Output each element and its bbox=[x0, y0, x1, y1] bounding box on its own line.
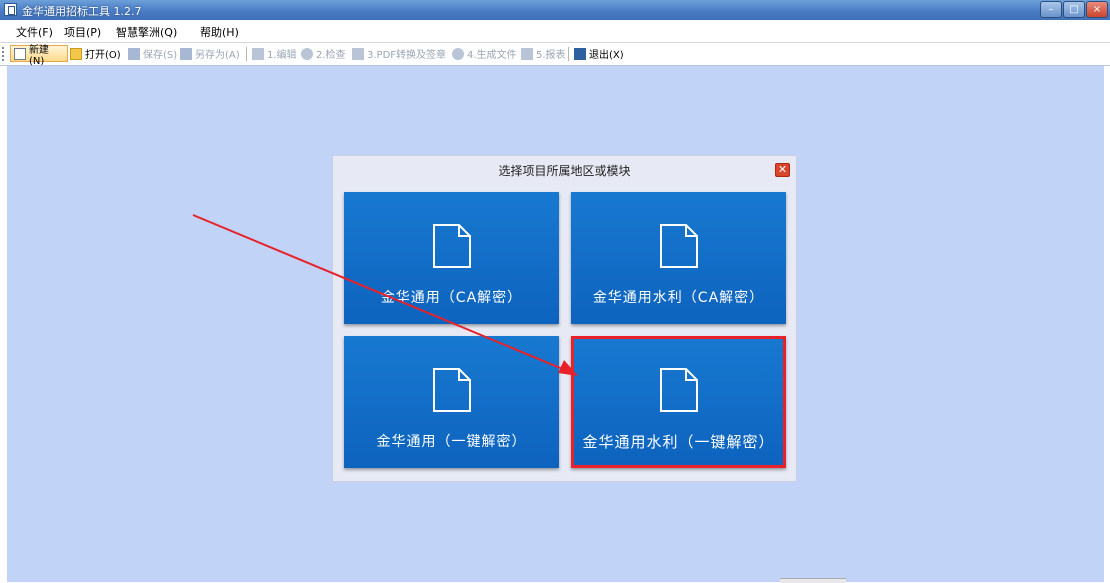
tile-jinhua-ca[interactable]: 金华通用（CA解密） bbox=[344, 192, 559, 324]
new-label: 新建(N) bbox=[28, 44, 49, 67]
pdf-label: 3.PDF转换及签章 bbox=[367, 50, 447, 61]
tile-label: 金华通用水利（CA解密） bbox=[592, 290, 765, 306]
menu-help[interactable]: 帮助(H) bbox=[200, 24, 239, 40]
open-button[interactable]: 打开(O) bbox=[70, 45, 121, 62]
menu-smart[interactable]: 智慧擎洲(Q) bbox=[116, 24, 177, 40]
report-icon bbox=[521, 47, 533, 60]
generate-button[interactable]: 4.生成文件 bbox=[452, 45, 517, 62]
module-select-dialog: 选择项目所属地区或模块 ✕ 金华通用（CA解密） 金华通用水利（CA解密） 金华… bbox=[332, 155, 797, 482]
minimize-button[interactable]: – bbox=[1040, 1, 1062, 18]
tile-jinhua-water-onekey[interactable]: 金华通用水利（一键解密） bbox=[571, 336, 786, 468]
new-file-icon bbox=[14, 47, 26, 60]
app-window: 金华通用招标工具 1.2.7 – □ × 文件(F) 项目(P) 智慧擎洲(Q)… bbox=[0, 0, 1110, 583]
exit-icon bbox=[574, 47, 586, 60]
pdf-icon bbox=[352, 47, 364, 60]
tile-jinhua-onekey[interactable]: 金华通用（一键解密） bbox=[344, 336, 559, 468]
new-button[interactable]: 新建(N) bbox=[10, 45, 68, 67]
toolbar-grip[interactable] bbox=[2, 47, 7, 61]
menu-project[interactable]: 项目(P) bbox=[64, 24, 101, 40]
menu-file[interactable]: 文件(F) bbox=[16, 24, 53, 40]
open-label: 打开(O) bbox=[85, 50, 121, 61]
toolbar-separator bbox=[568, 47, 569, 61]
toolbar: 新建(N) 打开(O) 保存(S) 另存为(A) 1.编辑 2.检查 3.PDF… bbox=[0, 43, 1110, 67]
status-element bbox=[780, 578, 846, 583]
check-button[interactable]: 2.检查 bbox=[301, 45, 346, 62]
app-icon bbox=[4, 3, 17, 16]
file-icon bbox=[659, 224, 698, 268]
check-label: 2.检查 bbox=[316, 50, 346, 61]
maximize-button[interactable]: □ bbox=[1063, 1, 1085, 18]
save-as-label: 另存为(A) bbox=[195, 50, 240, 61]
save-as-button[interactable]: 另存为(A) bbox=[180, 45, 240, 62]
check-icon bbox=[301, 47, 313, 60]
file-icon bbox=[432, 368, 471, 412]
edit-label: 1.编辑 bbox=[267, 50, 297, 61]
close-icon[interactable]: ✕ bbox=[775, 163, 790, 177]
folder-icon bbox=[70, 47, 82, 60]
toolbar-separator bbox=[246, 47, 247, 61]
dialog-title: 选择项目所属地区或模块 bbox=[498, 164, 631, 178]
pdf-sign-button[interactable]: 3.PDF转换及签章 bbox=[352, 45, 446, 62]
file-icon bbox=[432, 224, 471, 268]
menu-bar: 文件(F) 项目(P) 智慧擎洲(Q) 帮助(H) bbox=[0, 20, 1110, 43]
report-label: 5.报表 bbox=[536, 50, 566, 61]
tile-label: 金华通用（一键解密） bbox=[376, 434, 527, 450]
save-label: 保存(S) bbox=[143, 50, 178, 61]
edit-button[interactable]: 1.编辑 bbox=[252, 45, 297, 62]
exit-button[interactable]: 退出(X) bbox=[574, 45, 624, 62]
save-as-icon bbox=[180, 47, 192, 60]
tile-label: 金华通用（CA解密） bbox=[380, 290, 523, 306]
file-icon bbox=[659, 368, 698, 412]
save-button[interactable]: 保存(S) bbox=[128, 45, 177, 62]
window-title: 金华通用招标工具 1.2.7 bbox=[22, 5, 142, 18]
exit-label: 退出(X) bbox=[589, 50, 624, 61]
title-bar[interactable]: 金华通用招标工具 1.2.7 – □ × bbox=[0, 0, 1110, 20]
close-window-button[interactable]: × bbox=[1086, 1, 1108, 18]
generate-icon bbox=[452, 47, 464, 60]
report-button[interactable]: 5.报表 bbox=[521, 45, 566, 62]
tile-jinhua-water-ca[interactable]: 金华通用水利（CA解密） bbox=[571, 192, 786, 324]
edit-icon bbox=[252, 47, 264, 60]
save-icon bbox=[128, 47, 140, 60]
tile-label: 金华通用水利（一键解密） bbox=[582, 433, 775, 451]
generate-label: 4.生成文件 bbox=[467, 50, 517, 61]
